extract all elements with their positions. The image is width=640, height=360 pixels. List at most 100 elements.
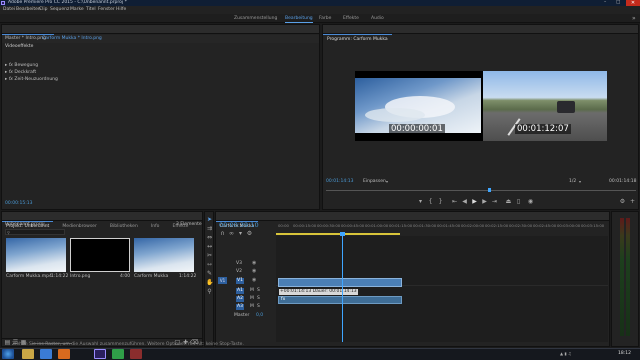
timeline-timecode[interactable]: 00:00:39:10: [219, 221, 259, 229]
solo-button[interactable]: S: [257, 304, 260, 310]
extract-icon[interactable]: ▯: [515, 198, 522, 205]
menu-clip[interactable]: Clip: [39, 7, 48, 13]
program-time-ruler[interactable]: [326, 187, 636, 191]
active-clip-label[interactable]: Carform Mukka * Intro.png: [42, 36, 102, 42]
menu-marke[interactable]: Marke: [70, 7, 84, 13]
menu-fenster[interactable]: Fenster: [98, 7, 115, 13]
workspace-menu-icon[interactable]: »: [632, 15, 638, 22]
mute-button[interactable]: M: [250, 304, 254, 310]
premiere-taskbar-icon[interactable]: [94, 349, 106, 359]
mute-button[interactable]: M: [250, 288, 254, 294]
rate-stretch-tool-icon[interactable]: ↔: [206, 243, 213, 250]
menu-bearbeiten[interactable]: Bearbeiten: [16, 7, 41, 13]
effect-row-bewegung[interactable]: ▸ fx Bewegung: [5, 51, 125, 68]
master-track-header[interactable]: Master 0,0: [216, 312, 276, 320]
tab-bibliotheken[interactable]: Bibliotheken: [106, 222, 142, 231]
fit-dropdown[interactable]: Einpassen: [363, 179, 386, 185]
explorer-taskbar-icon[interactable]: [22, 349, 34, 359]
play-icon[interactable]: ▶: [471, 198, 478, 205]
item-name: Carform Mukka.mp4: [6, 274, 52, 279]
item-name: Intro.png: [70, 274, 91, 279]
mark-out-icon[interactable]: }: [437, 198, 444, 205]
project-panel: Projekt: Unbenannt Medienbrowser Bibliot…: [1, 211, 203, 347]
master-clip-label[interactable]: Master * Intro.png: [5, 36, 46, 42]
ripple-edit-tool-icon[interactable]: ⇔: [206, 234, 213, 241]
mark-in-icon[interactable]: {: [427, 198, 434, 205]
program-monitor-title[interactable]: Programm: Carform Mukka: [323, 34, 392, 43]
search-field[interactable]: ⚲: [5, 229, 65, 235]
selection-tool-icon[interactable]: ➤: [206, 216, 213, 223]
playhead-marker-icon[interactable]: [488, 188, 491, 192]
tab-info[interactable]: Info: [147, 222, 164, 231]
audio-clip[interactable]: fx: [278, 296, 402, 304]
marker-add-icon[interactable]: ▾: [417, 198, 424, 205]
menu-titel[interactable]: Titel: [86, 7, 96, 13]
go-to-in-icon[interactable]: ⇤: [451, 198, 458, 205]
chrome-taskbar-icon[interactable]: [112, 349, 124, 359]
project-item[interactable]: Intro.png 4:00: [70, 238, 130, 286]
fit-dropdown-chevron-icon[interactable]: ▾: [386, 179, 388, 184]
pen-tool-icon[interactable]: ✎: [206, 270, 213, 277]
quality-dropdown[interactable]: 1/2: [569, 179, 576, 185]
work-area-bar[interactable]: [276, 233, 400, 235]
hand-tool-icon[interactable]: ✋: [206, 279, 213, 286]
zoom-tool-icon[interactable]: ⚲: [206, 288, 213, 295]
eye-icon[interactable]: ◉: [252, 277, 256, 283]
slip-tool-icon[interactable]: ⇿: [206, 261, 213, 268]
snap-icon[interactable]: ∩: [219, 230, 226, 237]
track-select-tool-icon[interactable]: ⇉: [206, 225, 213, 232]
playhead-line[interactable]: [342, 236, 343, 342]
eye-icon[interactable]: ◉: [252, 268, 256, 274]
menu-datei[interactable]: Datei: [3, 7, 15, 13]
video-clip[interactable]: [278, 278, 402, 287]
start-button-icon[interactable]: [2, 349, 14, 359]
project-item[interactable]: Carform Mukka.mp4 1:14:22: [6, 238, 68, 286]
effect-controls-timecode[interactable]: 00:00:15:13: [5, 201, 32, 207]
track-header[interactable]: A3 M S: [216, 303, 276, 311]
program-video-frame[interactable]: 00:00:00:01 00:01:12:07: [355, 71, 607, 141]
track-header[interactable]: V3 ◉: [216, 260, 276, 268]
solo-button[interactable]: S: [257, 288, 260, 294]
project-item[interactable]: Carform Mukka 1:14:22: [134, 238, 196, 286]
add-button-icon[interactable]: +: [629, 198, 636, 205]
timeline-settings-icon[interactable]: ⚙: [246, 230, 253, 237]
add-marker-icon[interactable]: ▾: [237, 230, 244, 237]
track-header[interactable]: A2 M S: [216, 295, 276, 303]
effect-row-zeit-neuzuordnung[interactable]: ▸ fx Zeit-Neuzuordnung: [5, 65, 145, 82]
step-back-icon[interactable]: ◀: [461, 198, 468, 205]
lift-icon[interactable]: ⏏: [505, 198, 512, 205]
linked-selection-icon[interactable]: ∞: [228, 230, 235, 237]
media-taskbar-icon[interactable]: [58, 349, 70, 359]
time-ruler[interactable]: 00:00 00:00:15:00 00:00:30:00 00:00:45:0…: [276, 221, 608, 236]
settings-wrench-icon[interactable]: ⚙: [619, 198, 626, 205]
menu-hilfe[interactable]: Hilfe: [116, 7, 126, 13]
razor-tool-icon[interactable]: ✂: [206, 252, 213, 259]
solo-button[interactable]: S: [257, 296, 260, 302]
workspace-farbe[interactable]: Farbe: [319, 16, 331, 22]
workspace-bearbeitung[interactable]: Bearbeitung: [285, 16, 313, 23]
track-header[interactable]: V2 ◉: [216, 268, 276, 276]
lock-icon[interactable]: ▤: [4, 339, 11, 346]
quality-dropdown-chevron-icon[interactable]: ▾: [579, 179, 581, 184]
workspace-effekte[interactable]: Effekte: [343, 16, 359, 22]
workspace-zusammenstellung[interactable]: Zusammenstellung: [234, 16, 277, 22]
system-tray-icons[interactable]: ▲ ▮ ♫: [560, 351, 590, 357]
eye-icon[interactable]: ◉: [252, 260, 256, 266]
workspace-audio[interactable]: Audio: [371, 16, 384, 22]
go-to-out-icon[interactable]: ⇥: [491, 198, 498, 205]
source-patch-v1[interactable]: V1: [218, 277, 227, 284]
track-header[interactable]: V1 V1 ◉: [216, 276, 276, 286]
menu-sequenz[interactable]: Sequenz: [50, 7, 69, 13]
app-taskbar-icon[interactable]: [130, 349, 142, 359]
effect-row-deckkraft[interactable]: ▸ fx Deckkraft: [5, 58, 125, 75]
mute-button[interactable]: M: [250, 296, 254, 302]
browser-taskbar-icon[interactable]: [40, 349, 52, 359]
step-forward-icon[interactable]: ▶: [481, 198, 488, 205]
master-volume-value[interactable]: 0,0: [256, 313, 263, 319]
track-header[interactable]: A1 M S: [216, 287, 276, 295]
export-frame-icon[interactable]: ◉: [527, 198, 534, 205]
program-current-timecode[interactable]: 00:01:14:13: [326, 179, 353, 185]
track-area[interactable]: +00:01:14:13 Dauer: 00:01:14:13 fx: [276, 236, 608, 342]
playhead-handle-icon[interactable]: [340, 232, 345, 236]
taskbar-clock[interactable]: 18:12: [618, 351, 631, 357]
